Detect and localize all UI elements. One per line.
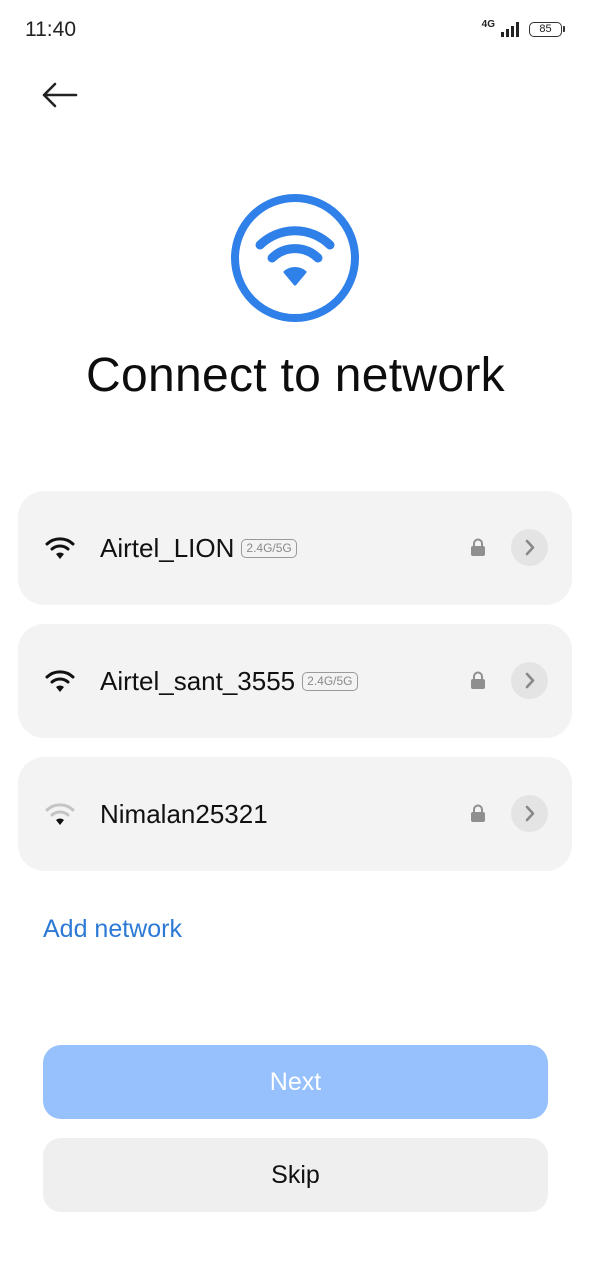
lock-icon: [471, 538, 485, 556]
add-network-link[interactable]: Add network: [43, 915, 182, 944]
status-time: 11:40: [25, 18, 76, 41]
page-title: Connect to network: [86, 349, 505, 402]
arrow-left-icon: [42, 82, 78, 108]
wifi-signal-weak-icon: [45, 803, 75, 825]
lock-icon: [471, 804, 485, 822]
lock-icon: [471, 671, 485, 689]
battery-icon: 85: [529, 21, 565, 37]
status-indicators: 4G 85: [481, 18, 565, 37]
band-badge: 2.4G/5G: [302, 671, 358, 691]
network-name: Airtel_sant_3555: [100, 665, 296, 696]
network-name: Airtel_LION: [100, 532, 235, 563]
network-details-button[interactable]: [511, 662, 548, 699]
network-item-nimalan[interactable]: Nimalan25321: [18, 757, 572, 871]
cell-signal-icon: [501, 22, 519, 37]
network-name: Nimalan25321: [100, 798, 268, 829]
wifi-signal-icon: [45, 670, 75, 692]
network-type-label: 4G: [481, 18, 495, 30]
chevron-right-icon: [525, 539, 535, 556]
chevron-right-icon: [525, 805, 535, 822]
status-bar: 11:40 4G 85: [0, 0, 591, 60]
wifi-signal-icon: [45, 537, 75, 559]
battery-level: 85: [529, 21, 562, 37]
network-item-airtel-sant[interactable]: Airtel_sant_3555 2.4G/5G: [18, 624, 572, 738]
next-button[interactable]: Next: [43, 1045, 548, 1119]
band-badge: 2.4G/5G: [241, 538, 297, 558]
back-button[interactable]: [36, 74, 84, 116]
network-details-button[interactable]: [511, 529, 548, 566]
chevron-right-icon: [525, 672, 535, 689]
skip-button[interactable]: Skip: [43, 1138, 548, 1212]
network-item-airtel-lion[interactable]: Airtel_LION 2.4G/5G: [18, 491, 572, 605]
network-details-button[interactable]: [511, 795, 548, 832]
wifi-hero-icon: [231, 194, 359, 322]
